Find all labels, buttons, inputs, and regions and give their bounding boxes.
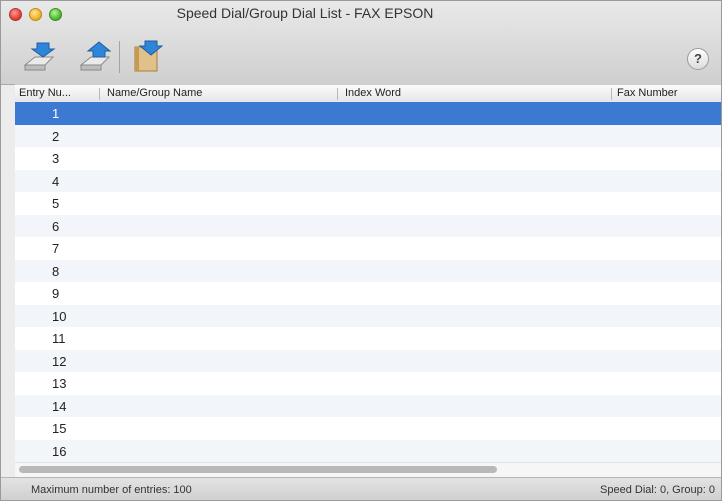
fax-dial-list-window: Speed Dial/Group Dial List - FAX EPSON ?…	[0, 0, 722, 501]
table-row[interactable]: 5	[15, 192, 721, 215]
entry-number: 13	[52, 376, 67, 391]
max-entries-label: Maximum number of entries: 100	[31, 484, 192, 496]
table-row[interactable]: 9	[15, 282, 721, 305]
status-bar: Maximum number of entries: 100 Speed Dia…	[1, 477, 721, 500]
address-book-icon	[134, 40, 164, 72]
import-icon	[23, 42, 56, 71]
export-icon	[79, 41, 112, 71]
horizontal-scrollbar[interactable]	[15, 462, 721, 477]
table-row[interactable]: 10	[15, 304, 721, 327]
table-row[interactable]: 12	[15, 349, 721, 372]
entry-number: 6	[52, 218, 60, 234]
import-button[interactable]	[21, 39, 57, 73]
column-divider[interactable]	[611, 88, 612, 100]
table-row[interactable]: 15	[15, 417, 721, 440]
table-header: Entry Nu... Name/Group Name Index Word F…	[15, 84, 721, 103]
column-divider[interactable]	[99, 88, 100, 100]
entry-number: 12	[52, 353, 67, 369]
address-book-button[interactable]	[129, 39, 165, 73]
column-divider[interactable]	[337, 88, 338, 100]
entry-number: 5	[52, 196, 60, 211]
entry-number: 1	[52, 106, 60, 121]
table-row[interactable]: 13	[15, 372, 721, 395]
dial-list-table: 1 2 3 4 5 6 7 8 9 10 11 12 13 14 15 16	[15, 102, 721, 462]
entry-number: 16	[52, 443, 67, 459]
entry-number: 11	[52, 331, 66, 346]
table-row[interactable]: 3	[15, 147, 721, 170]
column-header-index-word[interactable]: Index Word	[345, 87, 401, 99]
toolbar-separator	[119, 41, 120, 73]
table-row[interactable]: 16	[15, 439, 721, 462]
entry-number: 15	[52, 421, 67, 436]
table-row[interactable]: 7	[15, 237, 721, 260]
entry-number: 14	[52, 398, 67, 414]
entry-number: 9	[52, 286, 60, 301]
column-header-fax-number[interactable]: Fax Number	[617, 87, 678, 99]
toolbar: ?	[1, 31, 721, 83]
entry-number: 10	[52, 308, 67, 324]
export-button[interactable]	[77, 39, 113, 73]
table-row[interactable]: 2	[15, 124, 721, 147]
table-row[interactable]: 14	[15, 394, 721, 417]
scrollbar-thumb[interactable]	[19, 466, 497, 473]
window-title-container: Speed Dial/Group Dial List - FAX EPSON	[1, 5, 721, 21]
table-row[interactable]: 1	[15, 102, 721, 125]
table-row[interactable]: 6	[15, 214, 721, 237]
entry-number: 7	[52, 241, 60, 256]
column-header-name[interactable]: Name/Group Name	[107, 87, 202, 99]
title-bar: Speed Dial/Group Dial List - FAX EPSON ?	[1, 1, 721, 85]
table-row[interactable]: 4	[15, 169, 721, 192]
entry-number: 2	[52, 128, 60, 144]
entry-number: 8	[52, 263, 60, 279]
help-button[interactable]: ?	[687, 48, 709, 70]
dial-counts-label: Speed Dial: 0, Group: 0	[600, 484, 715, 496]
window-title: Speed Dial/Group Dial List - FAX EPSON	[176, 5, 434, 21]
entry-number: 3	[52, 151, 60, 166]
table-row[interactable]: 8	[15, 259, 721, 282]
column-header-entry-number[interactable]: Entry Nu...	[19, 87, 71, 99]
entry-number: 4	[52, 173, 60, 189]
table-row[interactable]: 11	[15, 327, 721, 350]
